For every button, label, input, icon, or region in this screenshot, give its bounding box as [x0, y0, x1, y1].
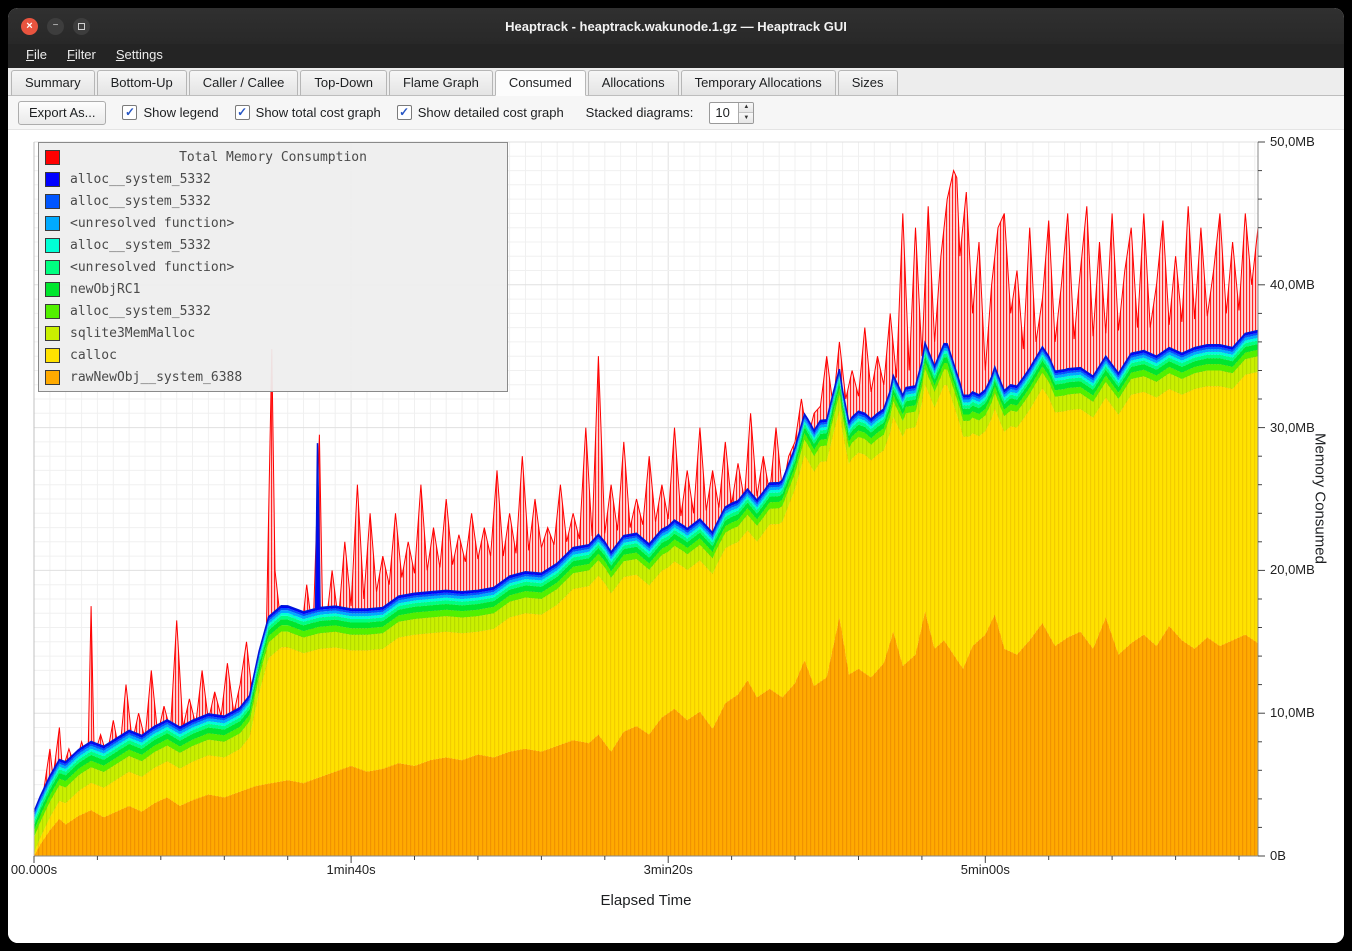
checkbox-label: Show detailed cost graph: [418, 105, 564, 120]
legend-swatch: [45, 348, 60, 363]
close-button[interactable]: ×: [21, 18, 38, 35]
legend-item: <unresolved function>: [43, 256, 503, 278]
menu-settings[interactable]: Settings: [106, 44, 173, 68]
maximize-button[interactable]: [73, 18, 90, 35]
tab-top-down[interactable]: Top-Down: [300, 70, 387, 96]
tab-bottom-up[interactable]: Bottom-Up: [97, 70, 187, 96]
x-tick-label: 1min40s: [327, 862, 376, 877]
toolbar: Export As... ✓ Show legend ✓ Show total …: [8, 96, 1344, 130]
legend-label: alloc__system_5332: [70, 304, 211, 319]
y-tick-label: 10,0MB: [1270, 705, 1315, 720]
x-axis-title: Elapsed Time: [34, 892, 1258, 909]
desktop-frame: × − Heaptrack - heaptrack.wakunode.1.gz …: [0, 0, 1352, 951]
x-tick-label: 5min00s: [961, 862, 1010, 877]
legend-label: <unresolved function>: [70, 260, 234, 275]
y-tick-label: 30,0MB: [1270, 420, 1315, 435]
checkbox-box[interactable]: ✓: [397, 105, 412, 120]
legend-swatch: [45, 260, 60, 275]
legend-label: newObjRC1: [70, 282, 140, 297]
spinner-down-icon[interactable]: ▼: [739, 113, 753, 123]
y-tick-label: 50,0MB: [1270, 134, 1315, 149]
legend-label: <unresolved function>: [70, 216, 234, 231]
stacked-diagrams-spinbox[interactable]: 10 ▲ ▼: [709, 102, 754, 124]
tab-consumed[interactable]: Consumed: [495, 70, 586, 96]
minimize-button[interactable]: −: [47, 18, 64, 35]
tab-allocations[interactable]: Allocations: [588, 70, 679, 96]
stacked-diagrams-value[interactable]: 10: [710, 103, 738, 123]
tabbar: Summary Bottom-Up Caller / Callee Top-Do…: [8, 68, 1344, 96]
tab-summary[interactable]: Summary: [11, 70, 95, 96]
legend-item: <unresolved function>: [43, 212, 503, 234]
legend-label: calloc: [70, 348, 117, 363]
export-as-button[interactable]: Export As...: [18, 101, 106, 125]
legend-swatch: [45, 194, 60, 209]
titlebar[interactable]: × − Heaptrack - heaptrack.wakunode.1.gz …: [8, 8, 1344, 44]
heaptrack-window: × − Heaptrack - heaptrack.wakunode.1.gz …: [8, 8, 1344, 943]
legend-swatch: [45, 282, 60, 297]
checkbox-label: Show total cost graph: [256, 105, 381, 120]
chart-legend: Total Memory Consumption alloc__system_5…: [38, 142, 508, 392]
x-tick-label: 00.000s: [11, 862, 57, 877]
spinner-up-icon[interactable]: ▲: [739, 103, 753, 114]
legend-swatch: [45, 326, 60, 341]
checkbox-show-total-cost-graph[interactable]: ✓ Show total cost graph: [235, 105, 381, 120]
legend-item: alloc__system_5332: [43, 300, 503, 322]
legend-item: calloc: [43, 344, 503, 366]
tab-caller-callee[interactable]: Caller / Callee: [189, 70, 299, 96]
legend-swatch: [45, 172, 60, 187]
menubar: File Filter Settings: [8, 44, 1344, 68]
spinner-buttons: ▲ ▼: [738, 103, 753, 123]
legend-label: alloc__system_5332: [70, 172, 211, 187]
y-tick-label: 40,0MB: [1270, 277, 1315, 292]
checkbox-show-detailed-cost-graph[interactable]: ✓ Show detailed cost graph: [397, 105, 564, 120]
checkbox-label: Show legend: [143, 105, 218, 120]
legend-swatch: [45, 370, 60, 385]
window-controls: × −: [21, 8, 90, 44]
menu-filter[interactable]: Filter: [57, 44, 106, 68]
legend-label: alloc__system_5332: [70, 194, 211, 209]
y-tick-label: 0B: [1270, 848, 1286, 863]
stacked-diagrams-label: Stacked diagrams:: [586, 105, 694, 120]
legend-title-row: Total Memory Consumption: [43, 146, 503, 168]
legend-label: sqlite3MemMalloc: [70, 326, 195, 341]
legend-item: alloc__system_5332: [43, 234, 503, 256]
legend-item: newObjRC1: [43, 278, 503, 300]
checkbox-show-legend[interactable]: ✓ Show legend: [122, 105, 218, 120]
legend-swatch: [45, 238, 60, 253]
legend-item: alloc__system_5332: [43, 168, 503, 190]
legend-label: alloc__system_5332: [70, 238, 211, 253]
legend-swatch: [45, 304, 60, 319]
legend-item: alloc__system_5332: [43, 190, 503, 212]
legend-swatch: [45, 216, 60, 231]
tab-flame-graph[interactable]: Flame Graph: [389, 70, 493, 96]
chart-area: Total Memory Consumption alloc__system_5…: [8, 130, 1344, 943]
y-tick-label: 20,0MB: [1270, 562, 1315, 577]
y-axis-title: Memory Consumed: [1312, 429, 1329, 569]
tab-temporary-allocations[interactable]: Temporary Allocations: [681, 70, 836, 96]
legend-label: rawNewObj__system_6388: [70, 370, 242, 385]
checkbox-box[interactable]: ✓: [235, 105, 250, 120]
tab-sizes[interactable]: Sizes: [838, 70, 898, 96]
legend-item: sqlite3MemMalloc: [43, 322, 503, 344]
menu-file[interactable]: File: [16, 44, 57, 68]
checkbox-box[interactable]: ✓: [122, 105, 137, 120]
legend-title: Total Memory Consumption: [43, 150, 503, 165]
legend-item: rawNewObj__system_6388: [43, 366, 503, 388]
x-tick-label: 3min20s: [644, 862, 693, 877]
window-title: Heaptrack - heaptrack.wakunode.1.gz — He…: [505, 19, 847, 34]
